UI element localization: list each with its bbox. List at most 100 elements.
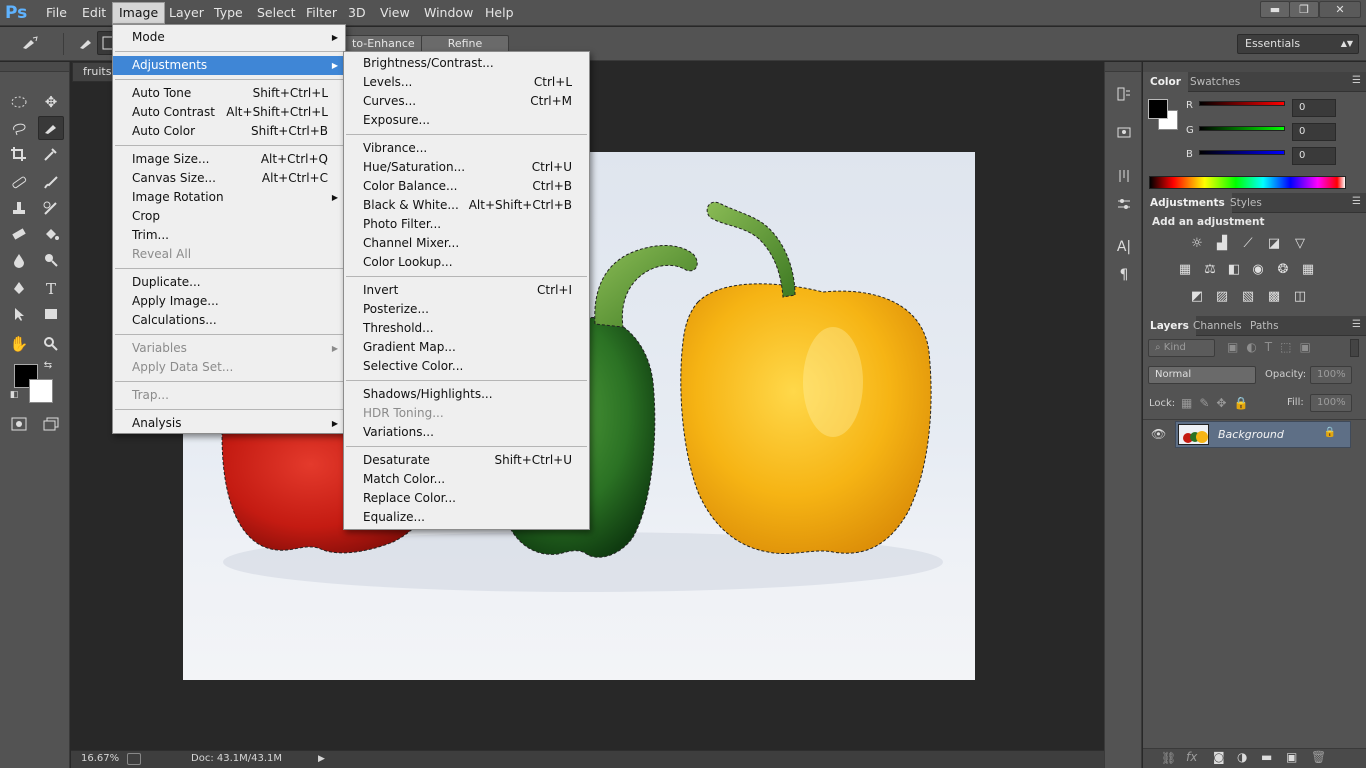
dodge-tool-icon[interactable] [38,248,64,272]
crop-tool-icon[interactable] [6,142,32,166]
marquee-tool-icon[interactable] [6,90,32,114]
menu-item-channel-mixer[interactable]: Channel Mixer... [344,234,589,253]
vibrance-icon[interactable]: ▽ [1291,235,1309,253]
panel-menu-icon[interactable]: ☰ [1352,196,1361,207]
new-adjustment-layer-icon[interactable]: ◑ [1237,750,1247,764]
fx-icon[interactable]: fx [1186,750,1197,764]
menu-item-hue-saturation[interactable]: Hue/Saturation... Ctrl+U [344,158,589,177]
brush-panel-icon[interactable] [1113,168,1135,190]
curves-icon[interactable]: ⟋ [1239,235,1257,253]
menu-file[interactable]: File [40,3,73,23]
menu-item-curves[interactable]: Curves... Ctrl+M [344,92,589,111]
color-lookup-icon[interactable]: ▦ [1299,261,1317,279]
menu-item-selective-color[interactable]: Selective Color... [344,357,589,376]
menu-item-duplicate[interactable]: Duplicate... [113,273,345,292]
status-info-icon[interactable] [127,753,141,765]
new-group-icon[interactable]: ▬ [1261,750,1272,764]
zoom-tool-icon[interactable] [38,332,64,356]
opacity-field[interactable]: 100% [1310,366,1352,384]
menu-view[interactable]: View [374,3,416,23]
trash-icon[interactable]: 🗑 [1311,750,1326,764]
eraser-tool-icon[interactable] [6,222,32,246]
menu-item-auto-tone[interactable]: Auto Tone Shift+Ctrl+L [113,84,345,103]
menu-item-trim[interactable]: Trim... [113,226,345,245]
panel-menu-icon[interactable]: ☰ [1352,319,1361,330]
menu-item-calculations[interactable]: Calculations... [113,311,345,330]
quick-selection-tool-icon[interactable] [38,116,64,140]
menu-item-color-lookup[interactable]: Color Lookup... [344,253,589,272]
menu-item-gradient-map[interactable]: Gradient Map... [344,338,589,357]
channel-mixer-icon[interactable]: ❂ [1274,261,1292,279]
color-balance-icon[interactable]: ⚖ [1201,261,1219,279]
swap-colors-icon[interactable]: ⇆ [40,358,56,372]
tools-panel-grip[interactable] [0,62,69,72]
selective-color-icon[interactable]: ◫ [1291,288,1309,306]
gradient-map-icon[interactable]: ▩ [1265,288,1283,306]
color-spectrum-ramp[interactable] [1149,176,1346,189]
tab-adjustments[interactable]: Adjustments [1143,193,1232,213]
hand-tool-icon[interactable]: ✋ [6,332,32,356]
exposure-icon[interactable]: ◪ [1265,235,1283,253]
slider-r-track[interactable] [1199,101,1285,106]
menu-type[interactable]: Type [208,3,249,23]
panels-grip[interactable] [1143,62,1366,72]
menu-window[interactable]: Window [418,3,479,23]
menu-layer[interactable]: Layer [163,3,210,23]
blend-mode-select[interactable]: Normal [1148,366,1256,384]
dock-grip[interactable] [1105,62,1141,72]
photo-filter-icon[interactable]: ◉ [1249,261,1267,279]
menu-item-invert[interactable]: Invert Ctrl+I [344,281,589,300]
menu-item-photo-filter[interactable]: Photo Filter... [344,215,589,234]
close-button[interactable]: ✕ [1319,1,1361,18]
brush-presets-icon[interactable] [1113,196,1135,218]
paint-bucket-tool-icon[interactable] [38,222,64,246]
layer-filter-icons[interactable]: ▣◐T⬚▣ [1227,340,1319,354]
menu-item-match-color[interactable]: Match Color... [344,470,589,489]
quick-mask-icon[interactable] [6,412,32,436]
menu-item-exposure[interactable]: Exposure... [344,111,589,130]
menu-item-vibrance[interactable]: Vibrance... [344,139,589,158]
menu-item-shadows-highlights[interactable]: Shadows/Highlights... [344,385,589,404]
menu-item-auto-color[interactable]: Auto Color Shift+Ctrl+B [113,122,345,141]
slider-r-value[interactable]: 0 [1292,99,1336,117]
screen-mode-icon[interactable] [38,412,64,436]
clone-stamp-tool-icon[interactable] [6,196,32,220]
menu-filter[interactable]: Filter [300,3,343,23]
default-colors-icon[interactable]: ◧ [6,388,22,402]
slider-g-track[interactable] [1199,126,1285,131]
menu-image[interactable]: Image [112,2,166,24]
brush-tool-icon[interactable] [38,170,64,194]
quick-selection-preset-icon[interactable] [18,31,44,55]
panel-menu-icon[interactable]: ☰ [1352,75,1361,86]
paragraph-panel-icon[interactable]: ¶ [1113,264,1135,286]
path-selection-tool-icon[interactable] [6,302,32,326]
status-expand-arrow-icon[interactable]: ▶ [318,751,325,767]
tab-swatches[interactable]: Swatches [1183,72,1247,92]
type-tool-icon[interactable]: T [38,276,64,300]
rectangle-tool-icon[interactable] [38,302,64,326]
menu-item-crop[interactable]: Crop [113,207,345,226]
menu-item-image-size[interactable]: Image Size... Alt+Ctrl+Q [113,150,345,169]
layer-filter-kind[interactable]: ⌕ Kind [1148,339,1215,357]
slider-g-value[interactable]: 0 [1292,123,1336,141]
menu-item-equalize[interactable]: Equalize... [344,508,589,527]
tab-channels[interactable]: Channels [1186,316,1249,336]
history-brush-tool-icon[interactable] [38,196,64,220]
lasso-tool-icon[interactable] [6,116,32,140]
menu-item-analysis[interactable]: Analysis ▶ [113,414,345,433]
menu-item-replace-color[interactable]: Replace Color... [344,489,589,508]
menu-item-threshold[interactable]: Threshold... [344,319,589,338]
menu-select[interactable]: Select [251,3,302,23]
tab-styles[interactable]: Styles [1223,193,1269,213]
menu-item-canvas-size[interactable]: Canvas Size... Alt+Ctrl+C [113,169,345,188]
menu-item-mode[interactable]: Mode ▶ [113,28,345,47]
menu-item-image-rotation[interactable]: Image Rotation ▶ [113,188,345,207]
character-panel-icon[interactable]: A| [1113,236,1135,258]
move-tool-icon[interactable]: ✥ [38,90,64,114]
zoom-level[interactable]: 16.67% [81,751,119,767]
pen-tool-icon[interactable] [6,276,32,300]
menu-item-auto-contrast[interactable]: Auto Contrast Alt+Shift+Ctrl+L [113,103,345,122]
threshold-icon[interactable]: ▧ [1239,288,1257,306]
eye-visibility-icon[interactable]: 👁 [1151,427,1166,441]
menu-item-posterize[interactable]: Posterize... [344,300,589,319]
